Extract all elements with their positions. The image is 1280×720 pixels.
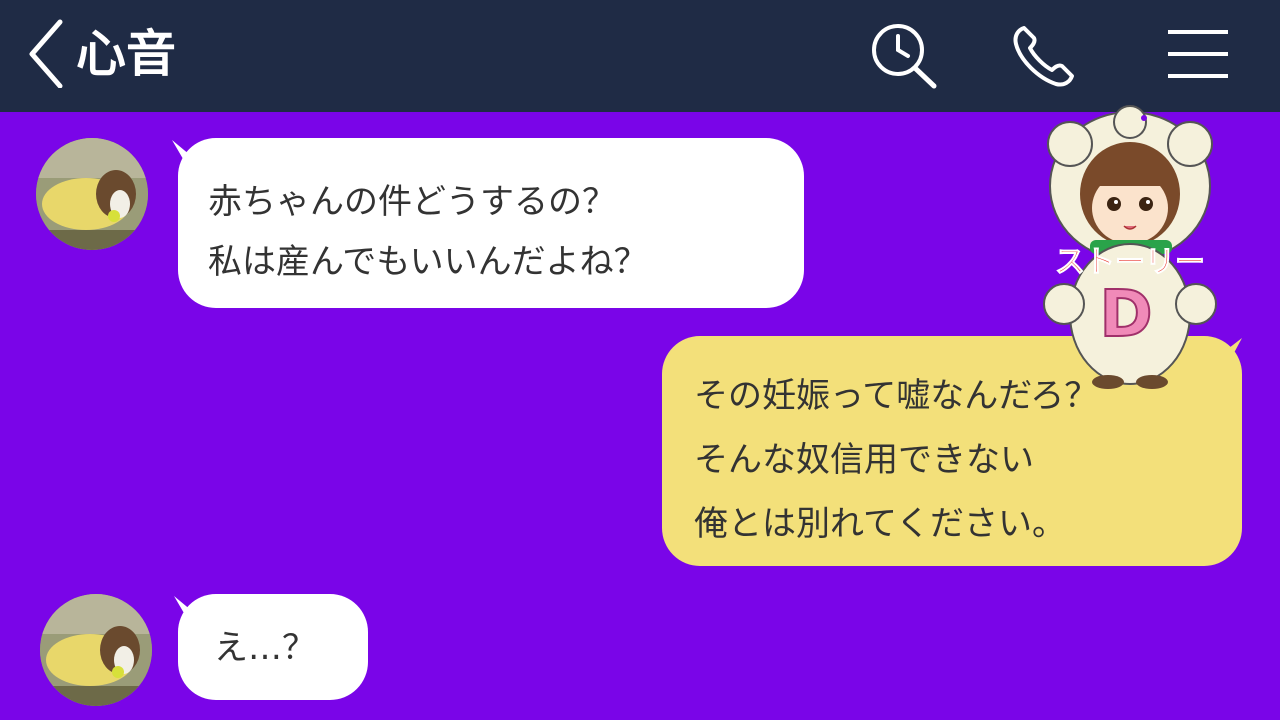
sticker-caption: ストーリー [1055,245,1205,280]
dog-avatar-image [36,138,148,250]
message-text: 私は産んでもいいんだよね？ [208,242,648,282]
sticker-letter: D [1099,278,1152,352]
phone-icon [1013,26,1074,87]
chat-title: 心音 [76,25,176,83]
dog-avatar-image [40,594,152,706]
back-button[interactable] [18,16,76,89]
contact-avatar[interactable] [40,594,152,706]
message-text: 赤ちゃんの件どうするの？ [208,182,616,222]
chat-header: 心音 [0,0,1280,112]
message-text: え…？ [214,628,316,668]
call-button[interactable] [1010,22,1082,90]
contact-avatar[interactable] [36,138,148,250]
search-clock-icon [872,24,937,89]
message-bubble-incoming[interactable]: え…？ [178,594,368,700]
chevron-left-icon [29,19,63,89]
message-text: 俺とは別れてください。 [694,504,1066,544]
search-history-button[interactable] [866,22,938,90]
message-text: そんな奴信用できない [694,440,1034,480]
menu-button[interactable] [1162,22,1234,90]
hamburger-menu-icon [1168,30,1228,78]
sheep-girl-mascot-icon: ストーリー D [1043,105,1217,389]
message-bubble-incoming[interactable]: 赤ちゃんの件どうするの？ 私は産んでもいいんだよね？ [178,138,804,308]
